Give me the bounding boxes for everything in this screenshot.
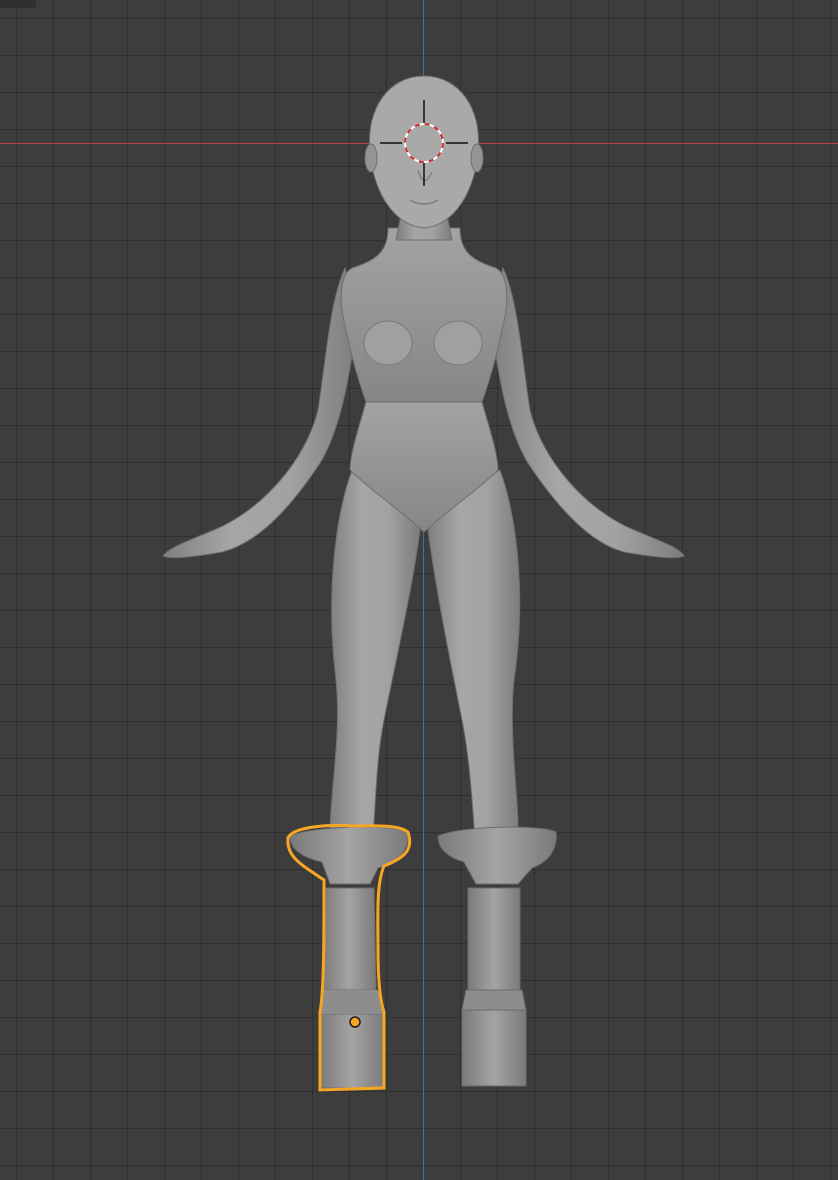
object-origin-icon[interactable] xyxy=(349,1016,361,1028)
character-body[interactable] xyxy=(162,75,685,853)
right-ear xyxy=(470,143,484,173)
left-ear xyxy=(364,143,378,173)
right-breast xyxy=(433,320,483,366)
right-arm xyxy=(489,266,685,559)
left-breast xyxy=(363,320,413,366)
head xyxy=(369,75,479,229)
3d-viewport[interactable] xyxy=(0,0,838,1180)
right-leg xyxy=(427,469,521,853)
torso xyxy=(340,227,508,403)
left-leg xyxy=(329,469,421,853)
right-boot[interactable] xyxy=(437,826,557,1087)
left-boot[interactable] xyxy=(286,823,412,1092)
left-arm xyxy=(162,266,359,559)
scene-render[interactable] xyxy=(0,0,838,1180)
